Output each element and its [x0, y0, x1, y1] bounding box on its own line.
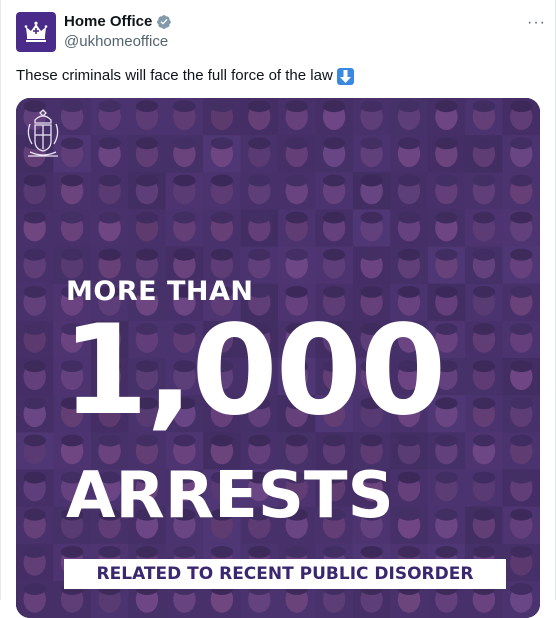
author-avatar[interactable] [16, 12, 56, 52]
author-display-name[interactable]: Home Office [64, 12, 152, 31]
tweet-header: Home Office @ukhomeoffice ··· [16, 12, 545, 52]
tweet-text: These criminals will face the full force… [16, 66, 354, 86]
headline-arrests: ARRESTS [66, 459, 394, 533]
headline-number: 1,000 [62, 299, 446, 443]
more-options-icon[interactable]: ··· [527, 14, 546, 32]
public-disorder-banner: RELATED TO RECENT PUBLIC DISORDER [64, 559, 506, 589]
royal-crown-icon [24, 21, 48, 42]
royal-coat-of-arms-icon [27, 109, 59, 157]
down-arrow-emoji-icon [336, 67, 354, 85]
tweet-media-image[interactable]: MORE THAN 1,000 ARRESTS RELATED TO RECEN… [16, 98, 540, 618]
author-names: Home Office @ukhomeoffice [64, 12, 172, 51]
banner-text: RELATED TO RECENT PUBLIC DISORDER [96, 564, 474, 584]
verified-badge-icon[interactable] [156, 14, 172, 30]
frame-left-border [0, 0, 1, 600]
author-handle[interactable]: @ukhomeoffice [64, 32, 172, 51]
author-display-name-row[interactable]: Home Office [64, 12, 172, 31]
tweet-body: These criminals will face the full force… [16, 67, 333, 84]
